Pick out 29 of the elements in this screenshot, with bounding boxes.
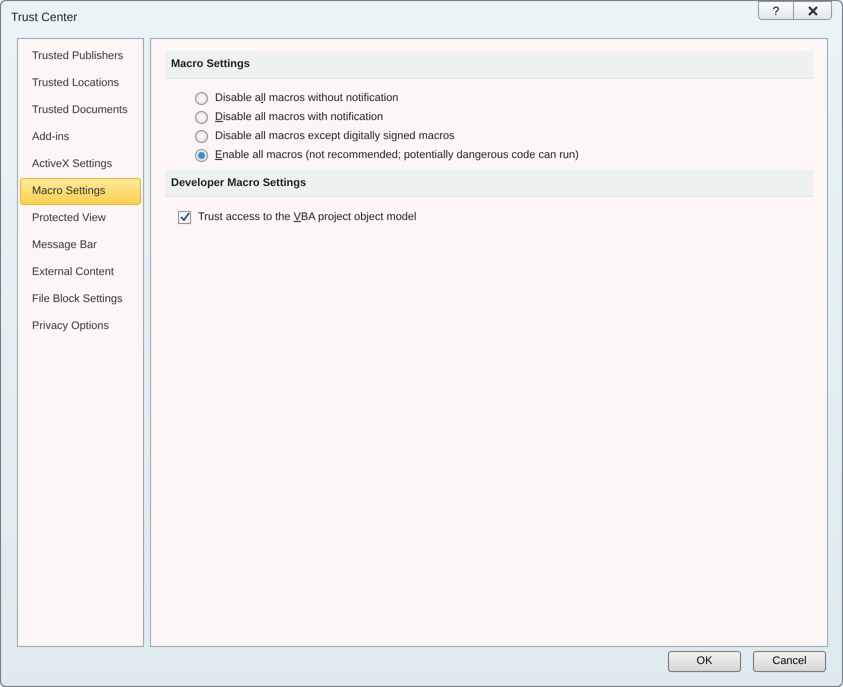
option-label: Disable all macros without notification xyxy=(215,91,398,106)
sidebar-item[interactable]: Privacy Options xyxy=(20,313,141,340)
option-label: Disable all macros with notification xyxy=(215,110,384,126)
help-button[interactable]: ? xyxy=(758,1,794,20)
sidebar-item[interactable]: Macro Settings xyxy=(20,178,141,205)
sidebar-item[interactable]: Trusted Publishers xyxy=(20,43,141,70)
option-label: Enable all macros (not recommended; potentially dangerous code can run) xyxy=(215,148,579,164)
close-icon xyxy=(806,6,818,16)
sidebar-item[interactable]: ActiveX Settings xyxy=(20,151,141,178)
radio-button[interactable] xyxy=(195,149,208,162)
ok-button[interactable]: OK xyxy=(668,651,741,672)
section-header: Macro Settings xyxy=(165,51,813,78)
radio-button[interactable] xyxy=(195,130,208,143)
sidebar-item[interactable]: File Block Settings xyxy=(20,286,141,313)
sidebar-item[interactable]: Add-ins xyxy=(20,124,141,151)
section-header: Developer Macro Settings xyxy=(165,170,813,197)
sidebar-item[interactable]: Message Bar xyxy=(20,232,141,259)
window-title: Trust Center xyxy=(11,9,78,26)
sidebar-item[interactable]: Trusted Locations xyxy=(20,70,141,97)
sidebar-item[interactable]: External Content xyxy=(20,259,141,286)
option-label: Trust access to the VBA project object model xyxy=(198,210,416,225)
cancel-button[interactable]: Cancel xyxy=(753,651,826,672)
close-button[interactable] xyxy=(794,1,832,20)
sidebar-item[interactable]: Trusted Documents xyxy=(20,97,141,124)
sidebar-item[interactable]: Protected View xyxy=(20,205,141,232)
radio-button[interactable] xyxy=(195,92,208,105)
option-label: Disable all macros except digitally signed macros xyxy=(215,129,455,144)
checkbox[interactable] xyxy=(178,210,191,224)
radio-button[interactable] xyxy=(195,111,208,124)
